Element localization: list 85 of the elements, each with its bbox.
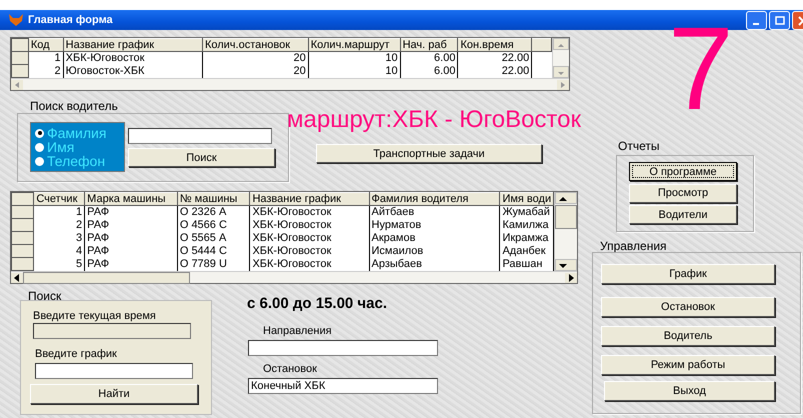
table-cell: 3 bbox=[34, 232, 85, 244]
column-header[interactable]: Счетчик bbox=[34, 192, 85, 206]
column-header[interactable]: Код bbox=[28, 38, 64, 52]
table-cell: ХБК-Юговосток bbox=[250, 206, 370, 218]
column-header[interactable]: Колич.остановок bbox=[202, 38, 308, 52]
field-label: Направления bbox=[263, 325, 332, 337]
table-cell: РАФ bbox=[84, 232, 178, 244]
radio-circle-icon[interactable] bbox=[35, 142, 44, 152]
table-cell: ХБК-Юговосток bbox=[250, 232, 370, 244]
horizontal-scrollbar[interactable] bbox=[11, 271, 577, 283]
table-cell: 4 bbox=[34, 244, 85, 258]
management-button[interactable]: График bbox=[601, 264, 775, 284]
table-cell: О 5444 С bbox=[177, 244, 250, 258]
column-header[interactable]: Название график bbox=[63, 38, 202, 52]
group-label: Поиск водитель bbox=[30, 99, 118, 113]
group-label: Отчеты bbox=[618, 139, 660, 153]
input-field[interactable]: Конечный ХБК bbox=[248, 378, 438, 394]
column-header[interactable]: Фамилия водителя bbox=[369, 192, 500, 206]
column-header[interactable]: Нач. раб bbox=[400, 38, 458, 52]
column-header[interactable]: Кон.время bbox=[458, 38, 532, 52]
report-button[interactable]: Водители bbox=[629, 205, 737, 224]
table-cell: Нурматов bbox=[369, 218, 500, 232]
table-cell: О 5565 А bbox=[177, 232, 250, 244]
table-cell: ХБК-Юговосток bbox=[250, 244, 370, 258]
management-button[interactable]: Режим работы bbox=[601, 355, 775, 375]
input-field[interactable] bbox=[248, 340, 438, 356]
search-button[interactable]: Поиск bbox=[128, 148, 275, 167]
find-button[interactable]: Найти bbox=[30, 384, 198, 404]
table-cell: ХБК-Юговосток bbox=[250, 218, 370, 232]
table-cell: Айтбаев bbox=[369, 206, 500, 218]
table-cell: РАФ bbox=[84, 206, 178, 218]
table-cell: 22.00 bbox=[458, 52, 532, 64]
group-label: Поиск bbox=[28, 289, 62, 303]
row-header-cell bbox=[12, 192, 34, 206]
hours-text: с 6.00 до 15.00 час. bbox=[247, 295, 387, 312]
table-cell: 1 bbox=[28, 52, 64, 64]
radio-circle-icon[interactable] bbox=[35, 128, 44, 138]
row-header-cell bbox=[12, 232, 34, 244]
scrollbar-thumb[interactable] bbox=[23, 272, 190, 284]
field-label: Введите график bbox=[35, 348, 117, 360]
input-field[interactable] bbox=[35, 363, 193, 379]
big-number: 7 bbox=[668, 10, 734, 128]
table-cell: 2 bbox=[34, 218, 85, 232]
table-cell: О 4566 С bbox=[177, 218, 250, 232]
column-header[interactable]: Название график bbox=[250, 192, 370, 206]
column-header[interactable]: № машины bbox=[177, 192, 250, 206]
row-header-cell bbox=[12, 244, 34, 258]
maximize-icon[interactable] bbox=[774, 16, 784, 26]
row-header-cell bbox=[12, 52, 28, 64]
window-title: Главная форма bbox=[28, 14, 113, 26]
table-cell: 6.00 bbox=[400, 52, 458, 64]
table-cell: ХБК-Юговосток bbox=[63, 52, 202, 64]
table-cell: О 2326 А bbox=[177, 206, 250, 218]
management-button[interactable]: Водитель bbox=[601, 326, 775, 346]
management-button[interactable]: Остановок bbox=[601, 297, 775, 317]
route-title: маршрут:ХБК - ЮгоВосток bbox=[287, 106, 581, 134]
radio-circle-icon[interactable] bbox=[35, 156, 44, 166]
column-header[interactable]: Имя води bbox=[500, 192, 554, 206]
table-cell: 10 bbox=[308, 52, 400, 64]
maximize-button[interactable] bbox=[769, 11, 790, 30]
row-header-cell bbox=[12, 38, 28, 52]
row-header-cell bbox=[12, 206, 34, 218]
field-label: Введите текущая время bbox=[33, 310, 156, 322]
scrollbar-thumb[interactable] bbox=[555, 205, 577, 229]
search-field[interactable] bbox=[128, 128, 272, 144]
table-cell: РАФ bbox=[84, 244, 178, 258]
column-header[interactable]: Колич.маршрут bbox=[308, 38, 400, 52]
field-label: Остановок bbox=[263, 363, 317, 375]
column-header[interactable]: Марка машины bbox=[84, 192, 178, 206]
table-cell: Исмаилов bbox=[369, 244, 500, 258]
report-button[interactable]: О программе bbox=[629, 162, 737, 181]
fox-icon bbox=[8, 13, 24, 27]
minimize-button[interactable] bbox=[746, 11, 767, 30]
table-cell: 1 bbox=[34, 206, 85, 218]
table-cell: 20 bbox=[202, 52, 308, 64]
report-button[interactable]: Просмотр bbox=[629, 184, 737, 202]
management-button[interactable]: Выход bbox=[604, 381, 775, 401]
row-header-cell bbox=[12, 64, 28, 78]
row-header-cell bbox=[12, 258, 34, 270]
table-cell: Акрамов bbox=[369, 232, 500, 244]
group-label: Управления bbox=[600, 239, 667, 253]
vertical-scrollbar[interactable] bbox=[554, 192, 577, 271]
table-cell: РАФ bbox=[84, 218, 178, 232]
transport-tasks-button[interactable]: Транспортные задачи bbox=[316, 144, 542, 163]
row-header-cell bbox=[12, 218, 34, 232]
